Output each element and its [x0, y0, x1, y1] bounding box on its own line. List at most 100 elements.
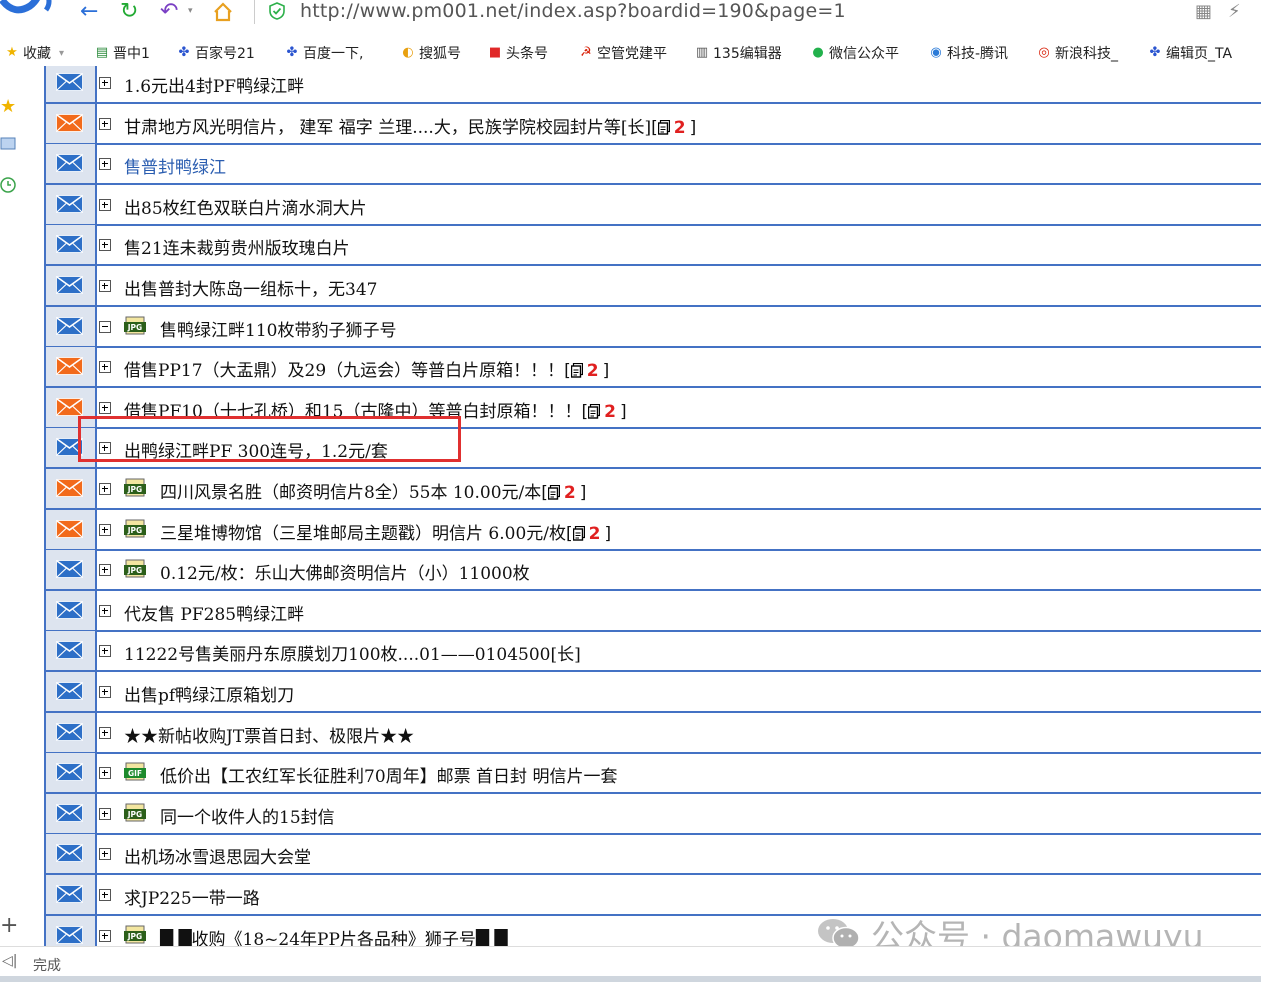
bookmark-item[interactable]: ★ 收藏 ▾	[4, 43, 64, 63]
post-title-text[interactable]: 代友售 PF285鸭绿江畔	[124, 605, 304, 625]
post-title[interactable]: 出售pf鸭绿江原箱划刀	[124, 681, 294, 706]
expand-icon[interactable]	[99, 767, 111, 780]
post-title-text[interactable]: 三星堆博物馆（三星堆邮局主题戳）明信片 6.00元/枚	[160, 524, 566, 544]
bookmark-item[interactable]: ▤ 晋中1	[94, 43, 150, 63]
post-title-text[interactable]: 同一个收件人的15封信	[160, 808, 335, 828]
expand-icon[interactable]	[99, 198, 111, 211]
bookmark-item[interactable]: ▥ 135编辑器	[694, 43, 782, 63]
post-title-text[interactable]: 11222号售美丽丹东原膜划刀100枚....01——0104500[长]	[124, 645, 581, 665]
bookmark-item[interactable]: ✤ 编辑页_TA	[1147, 43, 1233, 63]
post-title-text[interactable]: ★★新帖收购JT票首日封、极限片★★	[124, 727, 414, 747]
lightning-icon[interactable]: ⚡	[1228, 1, 1241, 22]
post-row[interactable]: GIF 低价出【工农红军长征胜利70周年】邮票 首日封 明信片一套	[44, 753, 1261, 795]
post-title-text[interactable]: 1.6元出4封PF鸭绿江畔	[124, 77, 304, 97]
post-title-text[interactable]: 出售pf鸭绿江原箱划刀	[124, 686, 294, 706]
bookmark-item[interactable]: ◎ 新浪科技_	[1036, 43, 1118, 63]
post-title-text[interactable]: 甘肃地方风光明信片， 建军 福字 兰理....大，民族学院校园封片等[长]	[124, 118, 651, 138]
post-title-text[interactable]: 低价出【工农红军长征胜利70周年】邮票 首日封 明信片一套	[160, 767, 617, 787]
reply-count[interactable]: [2]	[582, 402, 627, 422]
post-title[interactable]: 借售PP17（大盂鼎）及29（九运会）等普白片原箱！！！[2]	[124, 356, 609, 381]
post-row[interactable]: JPG 三星堆博物馆（三星堆邮局主题戳）明信片 6.00元/枚[2]	[44, 509, 1261, 551]
post-title[interactable]: 11222号售美丽丹东原膜划刀100枚....01——0104500[长]	[124, 640, 581, 665]
add-icon[interactable]: +	[0, 913, 18, 938]
post-row[interactable]: 售普封鸭绿江	[44, 144, 1261, 186]
post-title[interactable]: 出85枚红色双联白片滴水洞大片	[124, 194, 367, 219]
reply-count[interactable]: [2]	[564, 361, 609, 381]
post-title[interactable]: 出售普封大陈岛一组标十，无347	[124, 275, 377, 300]
bookmark-item[interactable]: ✤ 百家号21	[176, 43, 255, 63]
back-icon[interactable]: ←	[80, 1, 98, 23]
reply-number[interactable]: 2	[587, 361, 599, 381]
post-title[interactable]: 出机场冰雪退思园大会堂	[124, 843, 311, 868]
post-title-text[interactable]: 出售普封大陈岛一组标十，无347	[124, 280, 377, 300]
post-title[interactable]: 1.6元出4封PF鸭绿江畔	[124, 72, 304, 97]
post-title-text[interactable]: 四川风景名胜（邮资明信片8全）55本 10.00元/本	[160, 483, 541, 503]
post-title-text[interactable]: 0.12元/枚：乐山大佛邮资明信片（小）11000枚	[160, 564, 530, 584]
reply-number[interactable]: 2	[604, 402, 616, 422]
post-title[interactable]: 0.12元/枚：乐山大佛邮资明信片（小）11000枚	[160, 559, 530, 584]
post-title[interactable]: 三星堆博物馆（三星堆邮局主题戳）明信片 6.00元/枚[2]	[160, 519, 611, 544]
post-title[interactable]: █ █收购《18~24年PP片各品种》狮子号█ █	[160, 925, 508, 946]
expand-icon[interactable]	[99, 361, 111, 374]
post-title[interactable]: 售鸭绿江畔110枚带豹子狮子号	[160, 316, 396, 341]
reply-count[interactable]: [2]	[651, 118, 696, 138]
post-title[interactable]: 四川风景名胜（邮资明信片8全）55本 10.00元/本[2]	[160, 478, 586, 503]
reply-number[interactable]: 2	[564, 483, 576, 503]
post-title[interactable]: 低价出【工农红军长征胜利70周年】邮票 首日封 明信片一套	[160, 762, 617, 787]
post-row[interactable]: 11222号售美丽丹东原膜划刀100枚....01——0104500[长]	[44, 631, 1261, 673]
expand-icon[interactable]	[99, 889, 111, 901]
qr-code-icon[interactable]: ▦	[1195, 1, 1212, 22]
post-title-text[interactable]: 借售PP17（大盂鼎）及29（九运会）等普白片原箱！！！	[124, 361, 564, 381]
home-icon[interactable]	[212, 1, 234, 23]
post-title-text[interactable]: █ █收购《18~24年PP片各品种》狮子号█ █	[160, 930, 508, 946]
post-title[interactable]: 甘肃地方风光明信片， 建军 福字 兰理....大，民族学院校园封片等[长][2]	[124, 113, 696, 138]
post-row[interactable]: 甘肃地方风光明信片， 建军 福字 兰理....大，民族学院校园封片等[长][2]	[44, 103, 1261, 145]
expand-icon[interactable]	[99, 239, 111, 252]
expand-icon[interactable]	[99, 523, 111, 536]
expand-icon[interactable]	[99, 158, 111, 171]
bookmark-item[interactable]: ◉ 科技-腾讯	[928, 43, 1008, 63]
expand-icon[interactable]	[99, 117, 111, 130]
favorites-star-icon[interactable]: ★	[0, 96, 18, 117]
screen-icon[interactable]	[0, 136, 18, 154]
post-row[interactable]: JPG 同一个收件人的15封信	[44, 793, 1261, 835]
expand-icon[interactable]	[99, 564, 111, 577]
chevron-down-icon[interactable]: ▾	[59, 48, 64, 59]
expand-icon[interactable]	[99, 401, 111, 414]
expand-icon[interactable]	[99, 807, 111, 820]
post-title-text[interactable]: 售普封鸭绿江	[124, 158, 226, 178]
post-row[interactable]: 出机场冰雪退思园大会堂	[44, 834, 1261, 876]
post-title[interactable]: 售普封鸭绿江	[124, 153, 226, 178]
reply-count[interactable]: [2]	[541, 483, 586, 503]
url-input[interactable]: http://www.pm001.net/index.asp?boardid=1…	[300, 0, 846, 22]
post-row[interactable]: 借售PP17（大盂鼎）及29（九运会）等普白片原箱！！！[2]	[44, 347, 1261, 389]
post-title-text[interactable]: 出85枚红色双联白片滴水洞大片	[124, 199, 367, 219]
post-title[interactable]: 售21连未裁剪贵州版玫瑰白片	[124, 234, 350, 259]
post-title-text[interactable]: 售鸭绿江畔110枚带豹子狮子号	[160, 321, 396, 341]
bookmark-item[interactable]: ✤ 百度一下,	[284, 43, 364, 63]
post-row[interactable]: ★★新帖收购JT票首日封、极限片★★	[44, 712, 1261, 754]
undo-icon[interactable]: ↶	[160, 1, 178, 23]
post-row[interactable]: 代友售 PF285鸭绿江畔	[44, 590, 1261, 632]
bookmark-item[interactable]: ● 微信公众平	[810, 43, 899, 63]
bookmark-item[interactable]: ◐ 搜狐号	[400, 43, 461, 63]
bookmark-item[interactable]: ■ 头条号	[487, 43, 548, 63]
undo-dropdown-icon[interactable]: ▾	[188, 6, 193, 16]
expand-icon[interactable]	[99, 848, 111, 861]
history-clock-icon[interactable]	[0, 176, 18, 194]
expand-icon[interactable]	[99, 483, 111, 495]
post-title[interactable]: 代友售 PF285鸭绿江畔	[124, 600, 304, 625]
bookmark-item[interactable]: ☭ 空管党建平	[578, 43, 667, 63]
expand-icon[interactable]	[99, 645, 111, 658]
expand-icon[interactable]	[99, 604, 111, 617]
expand-icon[interactable]	[99, 726, 111, 739]
post-row[interactable]: 出85枚红色双联白片滴水洞大片	[44, 184, 1261, 226]
post-row[interactable]: JPG 四川风景名胜（邮资明信片8全）55本 10.00元/本[2]	[44, 469, 1261, 510]
post-row[interactable]: 售21连未裁剪贵州版玫瑰白片	[44, 225, 1261, 267]
post-row[interactable]: 出售普封大陈岛一组标十，无347	[44, 266, 1261, 307]
collapse-icon[interactable]	[99, 320, 111, 333]
reply-number[interactable]: 2	[589, 524, 601, 544]
expand-icon[interactable]	[99, 929, 111, 942]
post-title[interactable]: 求JP225一带一路	[124, 884, 260, 909]
refresh-icon[interactable]: ↻	[120, 1, 138, 23]
